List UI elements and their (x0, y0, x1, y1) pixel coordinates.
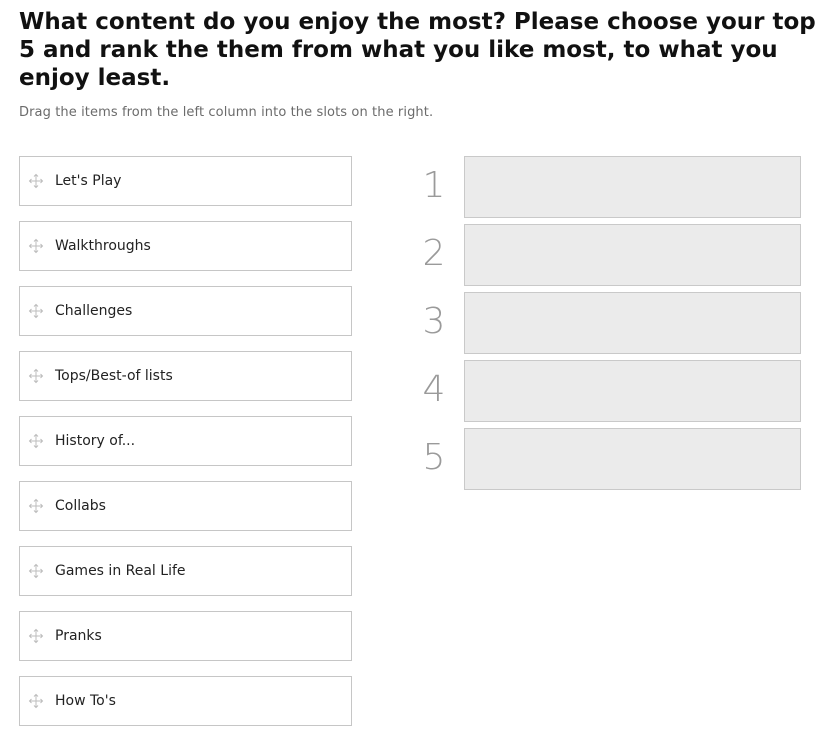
item-label: Pranks (55, 628, 102, 644)
item-label: Let's Play (55, 173, 122, 189)
draggable-item-challenges[interactable]: Challenges (19, 286, 352, 336)
rank-row-4: 4 (410, 360, 802, 422)
source-item-list: Let's Play Walkthroughs Challenges Tops/… (19, 156, 352, 741)
item-label: How To's (55, 693, 116, 709)
drag-move-icon (28, 368, 44, 384)
draggable-item-walkthroughs[interactable]: Walkthroughs (19, 221, 352, 271)
instructions-text: Drag the items from the left column into… (19, 105, 434, 120)
drag-move-icon (28, 238, 44, 254)
rank-row-5: 5 (410, 428, 802, 490)
rank-row-3: 3 (410, 292, 802, 354)
draggable-item-lets-play[interactable]: Let's Play (19, 156, 352, 206)
rank-number: 2 (422, 233, 446, 274)
draggable-item-tops-best-of-lists[interactable]: Tops/Best-of lists (19, 351, 352, 401)
draggable-item-games-in-real-life[interactable]: Games in Real Life (19, 546, 352, 596)
draggable-item-how-tos[interactable]: How To's (19, 676, 352, 726)
rank-number: 5 (422, 437, 446, 478)
item-label: Games in Real Life (55, 563, 186, 579)
item-label: History of... (55, 433, 136, 449)
drag-move-icon (28, 173, 44, 189)
rank-number: 3 (422, 301, 446, 342)
drag-move-icon (28, 563, 44, 579)
drag-move-icon (28, 433, 44, 449)
draggable-item-pranks[interactable]: Pranks (19, 611, 352, 661)
rank-drop-slot-2[interactable] (464, 224, 801, 286)
rank-row-1: 1 (410, 156, 802, 218)
item-label: Collabs (55, 498, 106, 514)
item-label: Walkthroughs (55, 238, 151, 254)
drag-move-icon (28, 498, 44, 514)
item-label: Challenges (55, 303, 133, 319)
rank-drop-slot-5[interactable] (464, 428, 801, 490)
rank-number: 1 (422, 165, 446, 206)
rank-row-2: 2 (410, 224, 802, 286)
draggable-item-history-of[interactable]: History of... (19, 416, 352, 466)
question-title: What content do you enjoy the most? Plea… (19, 9, 816, 91)
rank-drop-slot-3[interactable] (464, 292, 801, 354)
drag-move-icon (28, 628, 44, 644)
drag-move-icon (28, 303, 44, 319)
draggable-item-collabs[interactable]: Collabs (19, 481, 352, 531)
rank-number: 4 (422, 369, 446, 410)
rank-drop-slot-4[interactable] (464, 360, 801, 422)
drag-move-icon (28, 693, 44, 709)
rank-drop-slot-1[interactable] (464, 156, 801, 218)
rank-slots-area: 1 2 3 4 5 (410, 156, 802, 496)
item-label: Tops/Best-of lists (55, 368, 173, 384)
